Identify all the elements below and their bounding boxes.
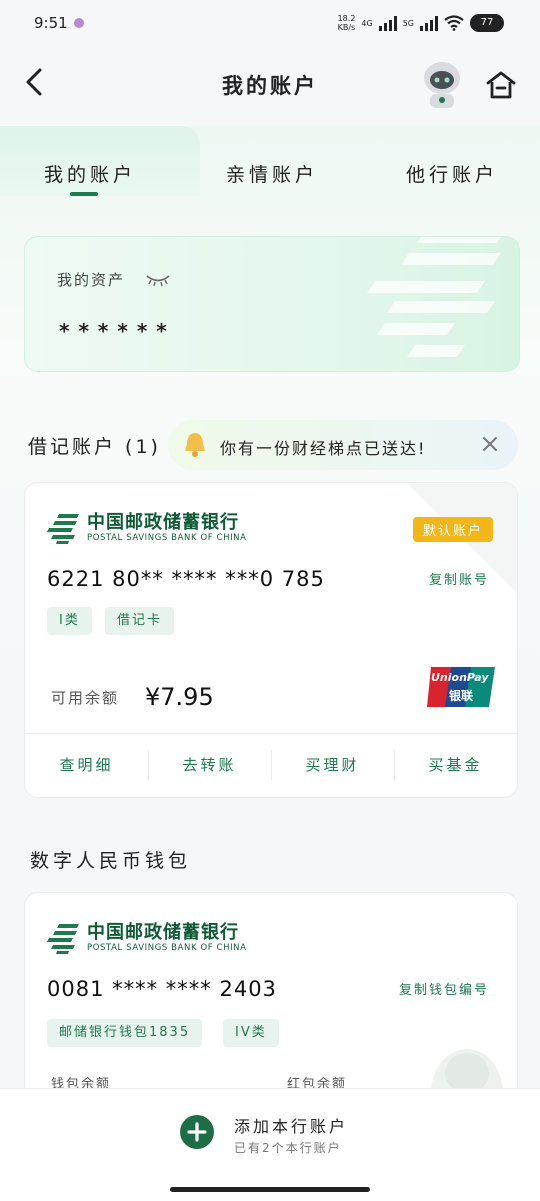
wallet-bank-name-cn: 中国邮政储蓄银行 xyxy=(87,922,239,943)
signal-icon xyxy=(378,15,397,31)
net-type: 4G xyxy=(361,18,373,28)
eye-closed-icon[interactable] xyxy=(145,273,171,287)
card-type-tag: 借记卡 xyxy=(105,607,175,635)
buy-wealth-button[interactable]: 买理财 xyxy=(271,734,394,796)
assets-card: 我的资产 ****** xyxy=(24,236,520,372)
account-class-tag: I类 xyxy=(47,607,92,635)
notice-banner[interactable]: 你有一份财经梯点已送达! xyxy=(168,420,518,470)
unionpay-en: UnionPay xyxy=(431,671,489,684)
assets-value: ****** xyxy=(59,319,176,343)
home-indicator[interactable] xyxy=(170,1187,370,1192)
balance-value: ¥7.95 xyxy=(145,683,214,711)
wifi-icon xyxy=(444,15,464,31)
notification-dot-icon xyxy=(74,18,84,28)
add-account-label[interactable]: 添加本行账户 xyxy=(234,1113,348,1137)
home-icon[interactable] xyxy=(484,68,518,102)
signal-2-icon xyxy=(420,15,438,31)
copy-account-button[interactable]: 复制账号 xyxy=(429,569,489,588)
bottom-bar: 添加本行账户 已有2个本行账户 xyxy=(0,1088,540,1201)
existing-accounts-count: 已有2个本行账户 xyxy=(234,1141,342,1155)
wallet-bank-logo: 中国邮政储蓄银行 POSTAL SAVINGS BANK OF CHINA xyxy=(47,923,247,954)
tab-family-accounts[interactable]: 亲情账户 xyxy=(226,160,318,187)
bank-name-cn: 中国邮政储蓄银行 xyxy=(87,512,239,533)
back-icon[interactable] xyxy=(22,66,50,98)
balance-label: 可用余额 xyxy=(51,689,120,707)
status-icons: 18.2 KB/s 4G 5G 77 xyxy=(338,14,504,32)
unionpay-logo-icon: UnionPay 银联 xyxy=(427,665,495,709)
top-bar: 我的账户 xyxy=(0,48,540,120)
postal-logo-icon xyxy=(47,513,79,544)
notice-text: 你有一份财经梯点已送达! xyxy=(220,439,427,458)
net-speed: 18.2 KB/s xyxy=(337,14,356,32)
battery-icon: 77 xyxy=(470,14,504,32)
default-account-badge: 默认账户 xyxy=(412,517,493,542)
tab-other-bank-accounts[interactable]: 他行账户 xyxy=(406,160,498,187)
transfer-button[interactable]: 去转账 xyxy=(148,734,271,796)
bell-icon xyxy=(185,433,205,457)
plus-icon xyxy=(187,1122,207,1142)
debit-section-title: 借记账户 (1) xyxy=(28,436,161,458)
wallet-bank-name-en: POSTAL SAVINGS BANK OF CHINA xyxy=(87,943,247,953)
tab-my-accounts[interactable]: 我的账户 xyxy=(44,160,136,187)
status-time: 9:51 xyxy=(34,14,68,32)
net-type-2: 5G xyxy=(402,18,414,28)
copy-wallet-number-button[interactable]: 复制钱包编号 xyxy=(399,979,489,998)
view-details-button[interactable]: 查明细 xyxy=(25,734,148,796)
debit-card[interactable]: 中国邮政储蓄银行 POSTAL SAVINGS BANK OF CHINA 默认… xyxy=(24,482,518,798)
close-icon[interactable] xyxy=(478,432,502,456)
status-bar: 9:51 18.2 KB/s 4G 5G 77 xyxy=(0,0,540,48)
debit-account-number: 6221 80** **** ***0 785 xyxy=(47,567,325,591)
card-actions: 查明细 去转账 买理财 买基金 xyxy=(25,733,517,796)
assistant-robot-icon[interactable] xyxy=(418,56,466,112)
unionpay-cn: 银联 xyxy=(449,689,474,703)
assets-label: 我的资产 xyxy=(57,271,126,289)
wallet-class-tag: IV类 xyxy=(223,1019,279,1047)
bank-logo: 中国邮政储蓄银行 POSTAL SAVINGS BANK OF CHINA xyxy=(47,513,247,544)
tab-indicator xyxy=(70,192,98,196)
wallet-name-tag: 邮储银行钱包1835 xyxy=(47,1019,203,1047)
add-account-button[interactable] xyxy=(180,1115,214,1149)
digital-rmb-section-title: 数字人民币钱包 xyxy=(30,850,192,872)
bank-name-en: POSTAL SAVINGS BANK OF CHINA xyxy=(87,533,247,543)
wallet-number: 0081 **** **** 2403 xyxy=(47,977,277,1001)
postal-logo-watermark-icon xyxy=(367,237,501,357)
postal-logo-icon xyxy=(47,923,79,954)
buy-fund-button[interactable]: 买基金 xyxy=(394,734,517,796)
